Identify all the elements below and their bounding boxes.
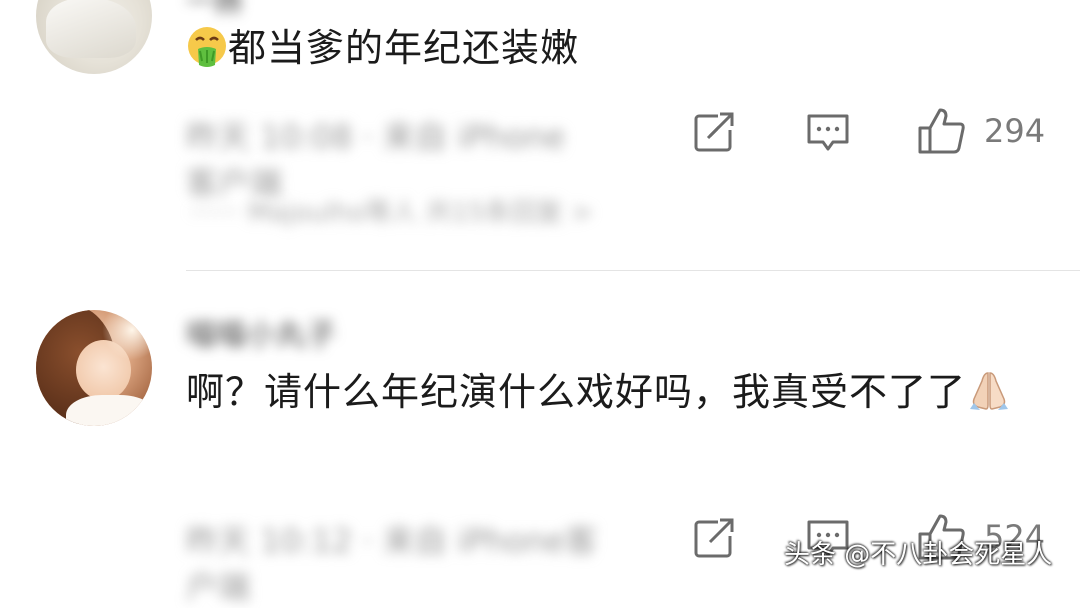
vomiting-face-emoji-icon [186, 25, 228, 83]
comment-meta: 昨天 10:08 · 来自 iPhone客户端 [186, 118, 566, 202]
comment-text: 啊？请什么年纪演什么戏好吗，我真受不了了 [186, 364, 1046, 427]
comment-icon[interactable] [805, 110, 851, 156]
avatar[interactable] [36, 0, 152, 74]
comment-text-content: 都当爹的年纪还装嫩 [228, 26, 580, 70]
avatar-image [46, 0, 136, 58]
like-icon[interactable] [916, 106, 968, 156]
reply-preview[interactable]: ······ Majoulho等人 共15条回复 > [190, 192, 850, 232]
like-count: 294 [984, 112, 1046, 150]
divider [186, 270, 1080, 271]
username[interactable]: 喵喵小丸子 [186, 310, 336, 354]
username[interactable]: 一扬 [186, 0, 242, 20]
comment-meta: 昨天 10:12 · 来自 iPhone客户端 [186, 522, 598, 606]
watermark: 头条 @不八卦会死星人 [784, 540, 1053, 570]
comment-text: 都当爹的年纪还装嫩 [186, 20, 579, 83]
folded-hands-emoji-icon [966, 369, 1012, 427]
comment-text-content: 啊？请什么年纪演什么戏好吗，我真受不了了 [186, 370, 967, 414]
repost-icon[interactable] [692, 110, 736, 154]
avatar[interactable] [36, 310, 152, 426]
repost-icon[interactable] [692, 516, 736, 560]
